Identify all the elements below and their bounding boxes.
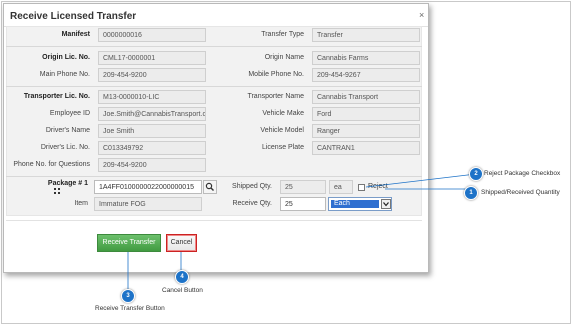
callout-lines [127,173,477,291]
callout-4-text: Cancel Button [162,287,203,294]
callout-3-text: Receive Transfer Button [95,305,165,312]
callout-2-text: Reject Package Checkbox [484,170,561,177]
callout-4-badge: 4 [175,270,189,284]
callout-3-badge: 3 [121,289,135,303]
callout-2-badge: 2 [469,167,483,181]
callout-1-text: Shipped/Received Quantity [481,189,560,196]
callout-1-badge: 1 [464,186,478,200]
